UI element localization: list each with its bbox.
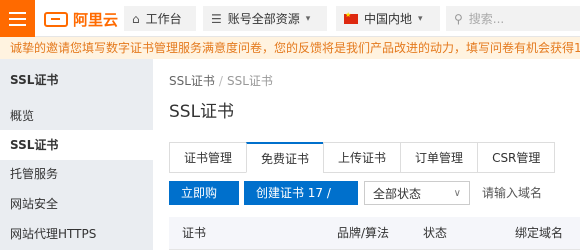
tab-upload-cert[interactable]: 上传证书 [323,142,402,173]
menu-icon-line [9,11,26,14]
account-resources-dropdown[interactable]: ☰ 账号全部资源 ▾ [203,6,327,31]
aliyun-logo[interactable]: 阿里云 [44,9,118,29]
breadcrumb: SSL证书 / SSL证书 [169,72,273,89]
table-header: 证书 品牌/算法 状态 绑定域名 [169,217,580,250]
aliyun-logo-icon [44,11,68,27]
china-flag-icon [344,11,358,24]
survey-notice-banner[interactable]: 诚挚的邀请您填写数字证书管理服务满意度问卷，您的反馈将是我们产品改进的动力，填写… [0,37,580,59]
status-select-value: 全部状态 [372,186,421,201]
sidebar-item-ssl-cert[interactable]: SSL证书 [0,130,153,160]
search-placeholder: 搜索... [468,12,505,26]
breadcrumb-root[interactable]: SSL证书 [169,74,215,88]
workbench-button[interactable]: ⌂ 工作台 [124,6,196,31]
search-icon: ⚲ [454,11,463,26]
global-search-box[interactable]: ⚲ 搜索... [446,6,580,31]
hamburger-menu-button[interactable] [0,0,35,37]
column-header-cert: 证书 [182,226,207,240]
chevron-down-icon: ▾ [305,13,311,24]
sidebar-item-site-security[interactable]: 网站安全 [0,189,153,219]
tab-order-management[interactable]: 订单管理 [400,142,479,173]
region-dropdown[interactable]: 中国内地 ▾ [336,6,440,31]
sidebar-item-managed-service[interactable]: 托管服务 [0,159,153,189]
page-title: SSL证书 [169,102,235,122]
menu-icon-line [9,23,26,26]
region-label: 中国内地 [364,12,413,26]
create-cert-button[interactable]: 创建证书 17 / 20 [243,181,358,224]
menu-icon-line [9,17,26,20]
main-content: SSL证书 / SSL证书 SSL证书 证书管理 免费证书 上传证书 订单管理 CS… [153,59,580,250]
status-select[interactable]: 全部状态 ∨ [363,181,470,205]
tab-cert-management[interactable]: 证书管理 [169,142,248,173]
buy-now-button[interactable]: 立即购买 [169,181,239,224]
sidebar-item-https-proxy[interactable]: 网站代理HTTPS [0,219,153,249]
sidebar-item-overview[interactable]: 概览 [0,101,153,131]
sidebar-title: SSL证书 [10,73,59,87]
domain-search-input[interactable] [470,181,580,205]
sidebar: SSL证书 概览 SSL证书 托管服务 网站安全 网站代理HTTPS [0,59,153,250]
account-resources-label: 账号全部资源 [227,12,300,26]
column-header-brand-algorithm: 品牌/算法 [337,226,390,240]
workbench-label: 工作台 [145,12,182,26]
breadcrumb-separator: / [218,74,223,88]
tab-bar: 证书管理 免费证书 上传证书 订单管理 CSR管理 [169,142,556,173]
logo-text: 阿里云 [73,10,119,29]
toolbar: 立即购买 创建证书 17 / 20 全部状态 ∨ [169,180,580,224]
list-icon: ☰ [211,11,222,26]
top-bar: 阿里云 ⌂ 工作台 ☰ 账号全部资源 ▾ 中国内地 ▾ ⚲ 搜索... [0,0,580,37]
column-header-status: 状态 [423,226,448,240]
home-icon: ⌂ [132,11,140,26]
column-header-bound-domain: 绑定域名 [515,226,564,240]
chevron-down-icon: ∨ [453,187,461,199]
tab-free-cert[interactable]: 免费证书 [246,142,325,173]
tab-csr-management[interactable]: CSR管理 [477,142,556,173]
chevron-down-icon: ▾ [418,13,423,24]
breadcrumb-current: SSL证书 [226,74,273,88]
